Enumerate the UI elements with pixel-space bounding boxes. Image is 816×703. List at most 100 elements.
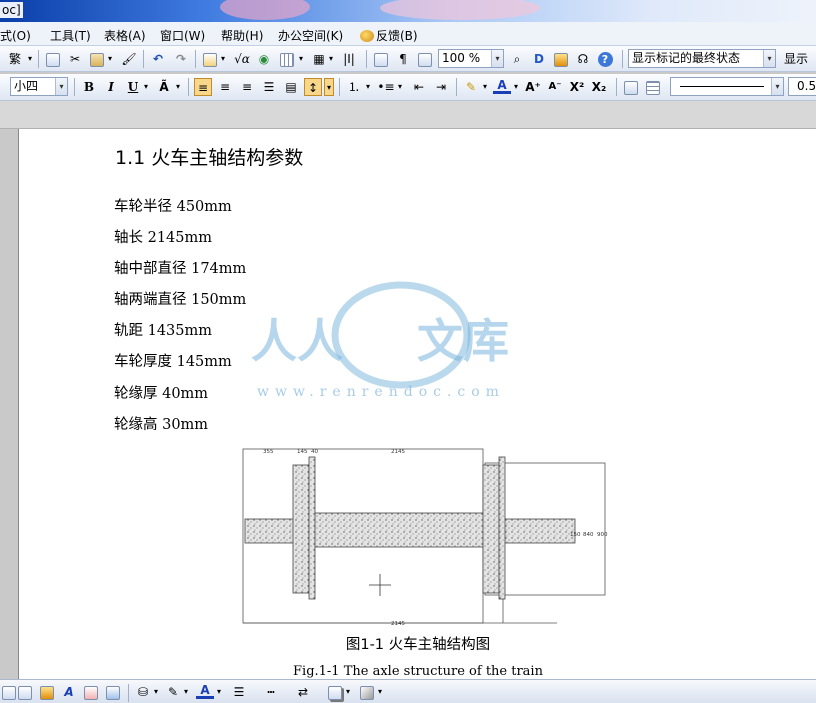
menu-window[interactable]: 窗口(W) bbox=[160, 27, 205, 44]
chevron-down-icon[interactable]: ▾ bbox=[396, 78, 404, 96]
dash-style-icon[interactable]: ┅ bbox=[262, 683, 280, 701]
favorites-icon[interactable] bbox=[552, 50, 570, 68]
chevron-down-icon[interactable]: ▾ bbox=[174, 78, 182, 96]
menu-format[interactable]: 式(O) bbox=[0, 27, 31, 44]
template-icon[interactable]: ☊ bbox=[574, 50, 592, 68]
clipart-icon[interactable] bbox=[38, 683, 56, 701]
markup-view-select[interactable]: 显示标记的最终状态 ▾ bbox=[628, 49, 776, 68]
find-icon[interactable]: ⌕ bbox=[508, 50, 526, 68]
highlight-icon[interactable]: ✎ bbox=[462, 78, 480, 96]
line-weight-select[interactable]: 0.5 bbox=[788, 77, 816, 96]
chevron-down-icon[interactable]: ▾ bbox=[364, 78, 372, 96]
cut-icon[interactable]: ✂ bbox=[66, 50, 84, 68]
chevron-down-icon[interactable]: ▾ bbox=[219, 50, 227, 68]
align-right-icon[interactable]: ≡ bbox=[238, 78, 256, 96]
zoom-value: 100 % bbox=[442, 51, 481, 65]
superscript-icon[interactable]: X² bbox=[568, 78, 586, 96]
vertical-textbox-icon[interactable] bbox=[16, 683, 34, 701]
menu-feedback[interactable]: 反馈(B) bbox=[360, 27, 418, 44]
document-page[interactable]: 1.1 火车主轴结构参数 车轮半径 450mm 轴长 2145mm 轴中部直径 … bbox=[18, 129, 816, 679]
help-icon[interactable]: ? bbox=[596, 50, 614, 68]
copy-icon[interactable] bbox=[44, 50, 62, 68]
figure-caption-cn: 图1-1 火车主轴结构图 bbox=[345, 637, 491, 653]
document-map-icon[interactable] bbox=[372, 50, 390, 68]
font-size-select[interactable]: 小四 ▾ bbox=[10, 77, 68, 96]
spreadsheet-icon[interactable] bbox=[201, 50, 219, 68]
zoom-select[interactable]: 100 % ▾ bbox=[438, 49, 504, 68]
align-center-icon[interactable]: ≡ bbox=[216, 78, 234, 96]
menu-tools[interactable]: 工具(T) bbox=[50, 27, 91, 44]
bullets-icon[interactable]: •≡ bbox=[377, 78, 395, 96]
shadow-icon[interactable] bbox=[326, 683, 344, 701]
chevron-down-icon[interactable]: ▾ bbox=[142, 78, 150, 96]
wordart-icon[interactable]: A bbox=[60, 683, 78, 701]
section-heading: 1.1 火车主轴结构参数 bbox=[115, 147, 304, 169]
formula-icon[interactable]: √α bbox=[232, 50, 252, 68]
bold-button[interactable]: B bbox=[80, 78, 98, 96]
chevron-down-icon[interactable]: ▾ bbox=[491, 50, 503, 67]
decrease-indent-icon[interactable]: ⇤ bbox=[410, 78, 428, 96]
numbering-icon[interactable]: ⒈ bbox=[345, 78, 363, 96]
undo-icon[interactable]: ↶ bbox=[149, 50, 167, 68]
chevron-down-icon[interactable]: ▾ bbox=[481, 78, 489, 96]
axle-structure-drawing: 355 145 40 2145 150 840 900 2145 bbox=[242, 448, 608, 627]
redo-icon[interactable]: ↷ bbox=[172, 50, 190, 68]
border-line-style-select[interactable]: ▾ bbox=[670, 77, 784, 96]
drawing-toggle-icon[interactable]: |Ⅰ| bbox=[340, 50, 358, 68]
menu-feedback-label: 反馈(B) bbox=[376, 29, 418, 43]
3d-style-icon[interactable] bbox=[358, 683, 376, 701]
chevron-down-icon[interactable]: ▾ bbox=[55, 78, 67, 95]
underline-button[interactable]: U bbox=[124, 78, 142, 96]
param-line: 轮缘高 30mm bbox=[114, 417, 209, 433]
chevron-down-icon[interactable]: ▾ bbox=[376, 683, 384, 701]
increase-indent-icon[interactable]: ⇥ bbox=[432, 78, 450, 96]
chevron-down-icon[interactable]: ▾ bbox=[215, 683, 223, 701]
format-painter-icon[interactable]: 🖌 bbox=[120, 50, 138, 68]
traditional-chinese-button[interactable]: 繁 bbox=[4, 50, 26, 68]
chevron-down-icon[interactable]: ▾ bbox=[512, 78, 520, 96]
justify-icon[interactable]: ☰ bbox=[260, 78, 278, 96]
chevron-down-icon[interactable]: ▾ bbox=[297, 50, 305, 68]
font-color-icon[interactable]: A bbox=[493, 78, 511, 94]
subscript-icon[interactable]: X₂ bbox=[590, 78, 608, 96]
chevron-down-icon[interactable]: ▾ bbox=[763, 50, 775, 67]
columns-icon[interactable]: ▦ bbox=[310, 50, 328, 68]
read-mode-icon[interactable] bbox=[416, 50, 434, 68]
font-color-icon[interactable]: A bbox=[196, 683, 214, 699]
distributed-align-icon[interactable]: ▤ bbox=[282, 78, 300, 96]
doc-share-icon[interactable]: D bbox=[530, 50, 548, 68]
chevron-down-icon[interactable]: ▾ bbox=[182, 683, 190, 701]
toolbar-separator bbox=[339, 78, 340, 96]
chevron-down-icon[interactable]: ▾ bbox=[327, 50, 335, 68]
picture-icon[interactable] bbox=[104, 683, 122, 701]
globe-icon[interactable]: ◉ bbox=[255, 50, 273, 68]
paste-icon[interactable] bbox=[88, 50, 106, 68]
line-color-icon[interactable]: ✎ bbox=[164, 683, 182, 701]
diagram-icon[interactable] bbox=[82, 683, 100, 701]
toolbar-separator bbox=[195, 50, 196, 68]
styles-pane-icon[interactable] bbox=[622, 78, 640, 96]
show-markup-menu[interactable]: 显示 bbox=[784, 50, 814, 68]
grow-font-icon[interactable]: A⁺ bbox=[524, 78, 542, 96]
chevron-down-icon[interactable]: ▾ bbox=[324, 78, 334, 96]
table-icon[interactable] bbox=[278, 50, 296, 68]
menu-table[interactable]: 表格(A) bbox=[104, 27, 146, 44]
chevron-down-icon[interactable]: ▾ bbox=[771, 78, 783, 95]
chevron-down-icon[interactable]: ▾ bbox=[106, 50, 114, 68]
char-scale-icon[interactable]: A͂ bbox=[155, 78, 173, 96]
menu-help[interactable]: 帮助(H) bbox=[221, 27, 263, 44]
menu-office-space[interactable]: 办公空间(K) bbox=[278, 27, 343, 44]
line-spacing-icon[interactable]: ↕ bbox=[304, 78, 322, 96]
arrow-style-icon[interactable]: ⇄ bbox=[294, 683, 312, 701]
fill-color-icon[interactable]: ⛁ bbox=[134, 683, 152, 701]
window-title: oc] bbox=[0, 2, 23, 18]
chevron-down-icon[interactable]: ▾ bbox=[26, 50, 34, 68]
chevron-down-icon[interactable]: ▾ bbox=[344, 683, 352, 701]
chevron-down-icon[interactable]: ▾ bbox=[152, 683, 160, 701]
line-style-icon[interactable]: ☰ bbox=[230, 683, 248, 701]
shrink-font-icon[interactable]: A⁻ bbox=[546, 78, 564, 96]
table-grid-icon[interactable] bbox=[644, 78, 662, 96]
italic-button[interactable]: I bbox=[102, 78, 120, 96]
show-formatting-icon[interactable]: ¶ bbox=[394, 50, 412, 68]
align-left-icon[interactable]: ≡ bbox=[194, 78, 212, 96]
